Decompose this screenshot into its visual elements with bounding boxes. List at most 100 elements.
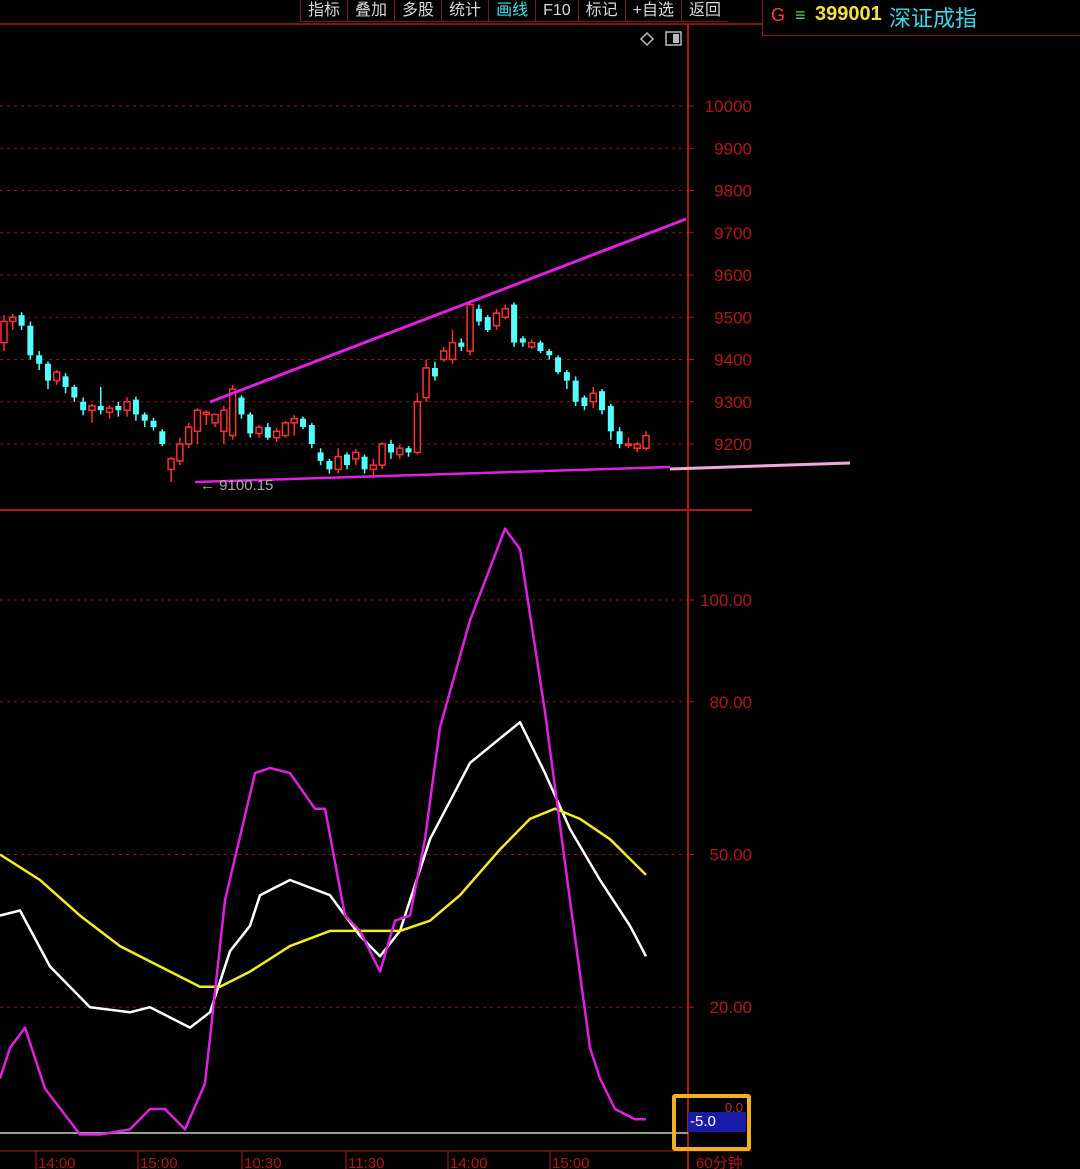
- candle-body: [71, 386, 78, 398]
- indicator-tick-label: 20.00: [709, 998, 752, 1017]
- candle-body: [88, 405, 96, 411]
- candle: [475, 304, 482, 326]
- candle-body: [361, 456, 368, 470]
- candle-body: [308, 424, 315, 444]
- price-tick-label: 9300: [714, 393, 752, 412]
- candle: [211, 413, 219, 428]
- candle-body: [642, 434, 650, 449]
- candle-body: [546, 351, 553, 356]
- chart-canvas[interactable]: 10000 9900 9800 9700 9600 9500 9400 9300 9200 ← 9…: [0, 0, 1080, 1169]
- candle: [62, 373, 69, 394]
- candle: [115, 401, 122, 417]
- candle: [563, 370, 570, 390]
- candle: [439, 346, 448, 362]
- axes: [0, 23, 762, 1169]
- price-tick-label: 10000: [705, 97, 752, 116]
- candle: [555, 355, 562, 375]
- series-line-j: [0, 527, 646, 1136]
- candle-body: [141, 414, 148, 421]
- candle: [0, 315, 8, 352]
- candle: [501, 304, 510, 320]
- candle-body: [369, 464, 378, 471]
- candle-body: [36, 355, 43, 364]
- candle-body: [633, 443, 641, 449]
- candle: [150, 417, 157, 431]
- candle: [511, 302, 518, 347]
- candle: [264, 422, 271, 440]
- candle: [572, 376, 579, 406]
- upper-trendline: [209, 217, 687, 404]
- candle-body: [396, 447, 404, 456]
- indicator-tick-label: 100.00: [700, 591, 752, 610]
- candle: [431, 361, 438, 381]
- indicator-tick-label: 50.00: [709, 846, 752, 865]
- candle: [458, 338, 465, 352]
- indicator-tick-label: 80.00: [709, 693, 752, 712]
- time-tick-label: 11:30: [348, 1155, 384, 1169]
- candle-body: [150, 420, 157, 428]
- diamond-icon: [639, 31, 655, 47]
- candle-body: [255, 426, 263, 435]
- candle: [238, 395, 245, 419]
- candle-body: [624, 443, 633, 447]
- candle-body: [439, 350, 448, 361]
- candle-body: [228, 388, 237, 437]
- candle: [255, 424, 263, 438]
- candle-body: [0, 320, 8, 344]
- candle: [369, 458, 378, 478]
- candle: [616, 427, 623, 449]
- candle-body: [193, 409, 202, 433]
- candle-body: [511, 304, 518, 343]
- candle-body: [97, 405, 104, 411]
- candle-body: [589, 392, 597, 403]
- low-price-label: ← 9100.15: [200, 477, 273, 494]
- candle-body: [343, 454, 350, 466]
- candle-body: [62, 376, 69, 387]
- candle-body: [220, 409, 228, 433]
- candle-body: [616, 431, 623, 444]
- price-tick-label: 9700: [714, 224, 752, 243]
- candle-body: [431, 367, 438, 377]
- candle: [581, 395, 588, 411]
- candle-body: [563, 372, 570, 381]
- candle-body: [211, 413, 219, 424]
- time-tick-label: 10:30: [244, 1155, 282, 1169]
- candle: [184, 422, 193, 449]
- candle-body: [326, 460, 333, 470]
- candle-body: [9, 316, 17, 323]
- candle-body: [18, 315, 25, 326]
- candle: [492, 308, 501, 330]
- candle-body: [80, 401, 87, 411]
- kdj-indicator: [0, 527, 648, 1136]
- panel-toggle-icon-fill: [673, 34, 679, 43]
- candle: [18, 312, 25, 330]
- candle: [326, 458, 333, 474]
- candle-body: [422, 367, 430, 399]
- candle-body: [387, 444, 394, 453]
- candle-body: [492, 312, 501, 327]
- candle: [607, 403, 614, 440]
- candle-body: [581, 397, 588, 406]
- candle: [80, 397, 87, 416]
- series-line-k: [0, 720, 648, 1029]
- candle-body: [167, 458, 175, 471]
- candle-body: [537, 342, 544, 352]
- candle-body: [247, 414, 254, 434]
- candle-body: [132, 399, 139, 415]
- axis-value-highlight[interactable]: 0.0 -5.0: [672, 1094, 751, 1151]
- candle: [300, 416, 307, 430]
- candlestick-series: [0, 300, 650, 483]
- candle: [36, 351, 43, 371]
- time-tick-label: 15:00: [552, 1155, 590, 1169]
- candle: [405, 446, 412, 457]
- candle: [484, 315, 491, 333]
- candle: [9, 313, 17, 330]
- candle-body: [475, 308, 482, 322]
- price-tick-label: 9400: [714, 351, 752, 370]
- time-tick-label: 14:00: [38, 1155, 76, 1169]
- candle: [624, 437, 633, 449]
- candle-body: [159, 431, 166, 444]
- candle: [132, 396, 139, 421]
- axis-value-input[interactable]: -5.0: [688, 1112, 746, 1132]
- candle-body: [53, 371, 61, 382]
